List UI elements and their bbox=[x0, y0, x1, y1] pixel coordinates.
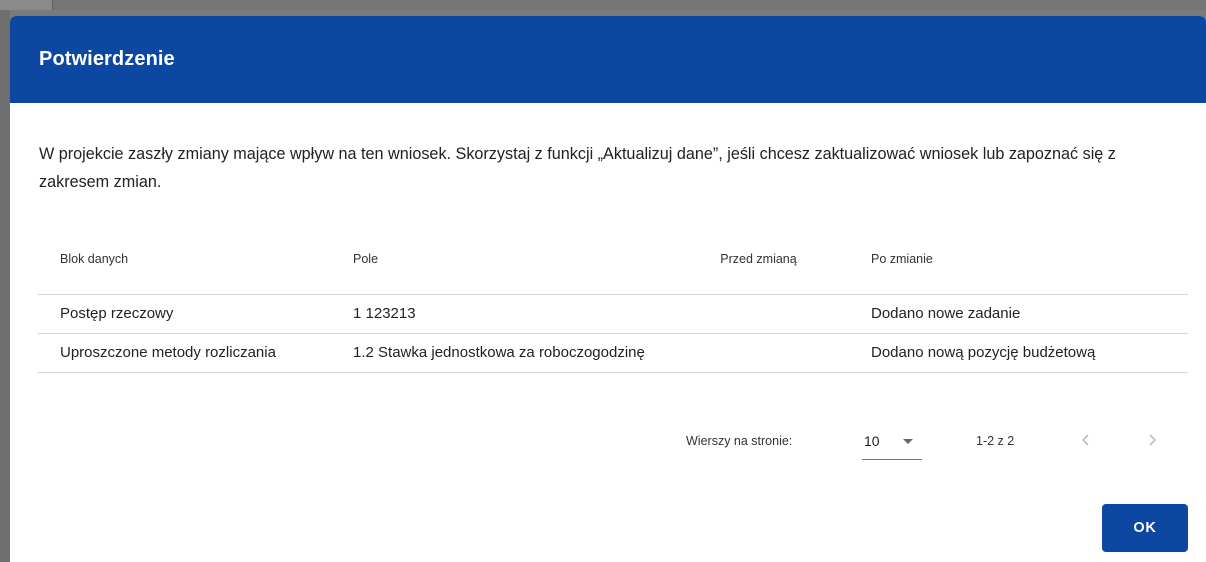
confirmation-dialog: Potwierdzenie W projekcie zaszły zmiany … bbox=[10, 16, 1206, 562]
rows-per-page-value: 10 bbox=[864, 433, 880, 449]
ok-button[interactable]: OK bbox=[1102, 504, 1188, 552]
table-row: Postęp rzeczowy 1 123213 Dodano nowe zad… bbox=[38, 294, 1188, 334]
rows-per-page-select[interactable]: 10 bbox=[862, 426, 922, 460]
cell-pole: 1 123213 bbox=[331, 294, 698, 334]
dialog-header: Potwierdzenie bbox=[10, 16, 1206, 103]
page-backdrop-top bbox=[0, 0, 1206, 10]
dialog-message: W projekcie zaszły zmiany mające wpływ n… bbox=[39, 145, 1116, 191]
cell-pole: 1.2 Stawka jednostkowa za roboczogodzinę bbox=[331, 333, 698, 373]
column-header-po-zmianie: Po zmianie bbox=[849, 224, 1188, 295]
background-panel-edge bbox=[0, 0, 53, 10]
previous-page-button[interactable] bbox=[1074, 428, 1098, 452]
cell-po-zmianie: Dodano nową pozycję budżetową bbox=[849, 333, 1188, 373]
column-header-przed-zmiana: Przed zmianą bbox=[698, 224, 849, 295]
caret-down-icon bbox=[903, 439, 913, 444]
column-header-pole: Pole bbox=[331, 224, 698, 295]
chevron-left-icon bbox=[1081, 434, 1089, 446]
next-page-button[interactable] bbox=[1140, 428, 1164, 452]
chevron-right-icon bbox=[1149, 434, 1157, 446]
dialog-title: Potwierdzenie bbox=[39, 48, 175, 70]
table-pagination: Wierszy na stronie: 10 1-2 z 2 bbox=[10, 426, 1206, 460]
cell-przed-zmiana bbox=[698, 294, 849, 334]
cell-blok-danych: Postęp rzeczowy bbox=[38, 294, 331, 334]
changes-table: Blok danych Pole Przed zmianą Po zmianie… bbox=[38, 224, 1188, 373]
table-header-row: Blok danych Pole Przed zmianą Po zmianie bbox=[38, 224, 1188, 295]
rows-per-page-label: Wierszy na stronie: bbox=[686, 434, 793, 448]
page-backdrop bbox=[0, 0, 10, 562]
cell-blok-danych: Uproszczone metody rozliczania bbox=[38, 333, 331, 373]
table-row: Uproszczone metody rozliczania 1.2 Stawk… bbox=[38, 333, 1188, 373]
cell-po-zmianie: Dodano nowe zadanie bbox=[849, 294, 1188, 334]
column-header-blok-danych: Blok danych bbox=[38, 224, 331, 295]
pagination-range: 1-2 z 2 bbox=[976, 434, 1015, 448]
cell-przed-zmiana bbox=[698, 333, 849, 373]
